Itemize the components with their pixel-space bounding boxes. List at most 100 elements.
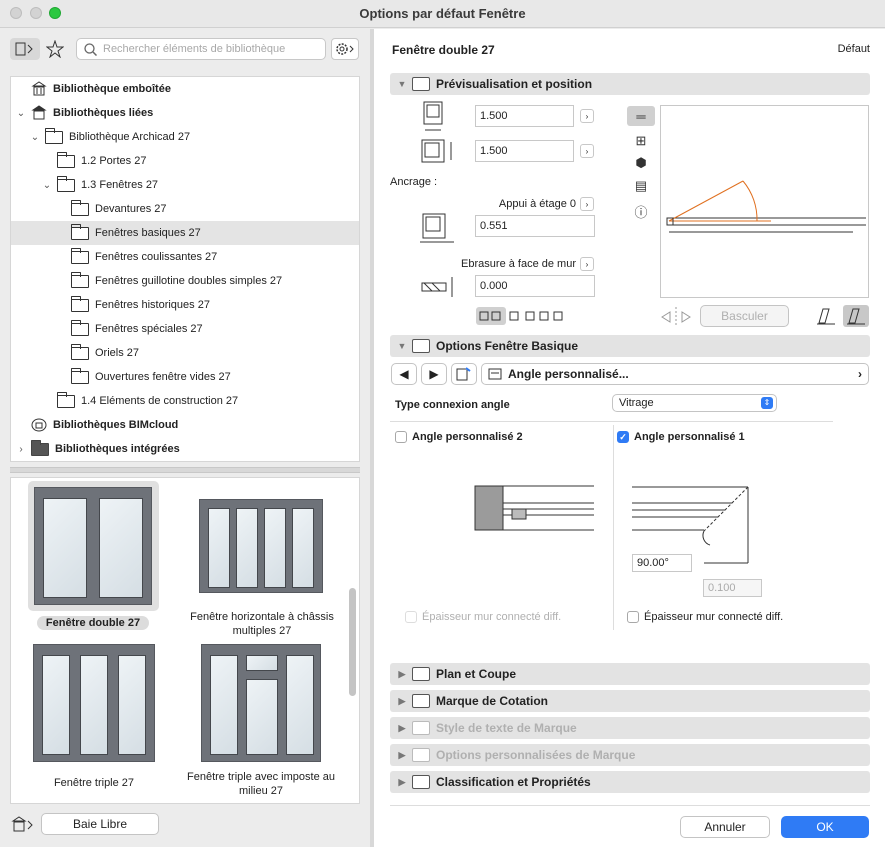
free-opening-button[interactable]: Baie Libre xyxy=(41,813,159,835)
offset-field[interactable]: 0.100 xyxy=(703,579,762,597)
split-divider[interactable] xyxy=(10,467,360,473)
page-select[interactable]: Angle personnalisé... › xyxy=(481,363,869,385)
preview-icon xyxy=(412,77,430,91)
library-browser-button[interactable] xyxy=(10,38,40,60)
plan-view-icon[interactable]: ═ xyxy=(627,106,655,126)
tree-item-builtin[interactable]: › Bibliothèques intégrées xyxy=(11,437,359,461)
previous-page-button[interactable]: ◀ xyxy=(391,363,417,385)
options-section-header[interactable]: ▼ Options Fenêtre Basique xyxy=(390,335,870,357)
tree-item-construction[interactable]: 1.4 Eléments de construction 27 xyxy=(11,389,359,413)
plan-section-header[interactable]: ▶ Plan et Coupe xyxy=(390,663,870,685)
tree-item-bimcloud[interactable]: Bibliothèques BIMcloud xyxy=(11,413,359,437)
window-plan-preview xyxy=(666,180,866,233)
tree-item-special[interactable]: Fenêtres spéciales 27 xyxy=(11,317,359,341)
object-gallery[interactable]: Fenêtre double 27 Fenêtre horizontale à … xyxy=(10,477,360,804)
checkbox[interactable] xyxy=(627,611,639,624)
dimension-marker-header[interactable]: ▶ Marque de Cotation xyxy=(390,690,870,712)
window-thumbnail xyxy=(33,644,155,762)
chevron-down-icon[interactable]: ⌄ xyxy=(41,180,53,191)
tree-item-linked[interactable]: ⌄ Bibliothèques liées xyxy=(11,101,359,125)
tree-item-empty-openings[interactable]: Ouvertures fenêtre vides 27 xyxy=(11,365,359,389)
folder-icon xyxy=(71,343,89,360)
tree-item-doors[interactable]: 1.2 Portes 27 xyxy=(11,149,359,173)
gallery-scrollbar[interactable] xyxy=(349,588,356,696)
folder-icon xyxy=(71,247,89,264)
chevron-down-icon[interactable]: ⌄ xyxy=(15,108,27,119)
favorites-button[interactable] xyxy=(44,38,66,60)
gallery-item-label: Fenêtre triple avec imposte au milieu 27 xyxy=(187,771,335,797)
tree-item-guillotine[interactable]: Fenêtres guillotine doubles simples 27 xyxy=(11,269,359,293)
3d-view-icon[interactable]: ⬢ xyxy=(627,153,655,173)
checkbox[interactable] xyxy=(395,431,407,444)
thickness-right-checkbox[interactable]: Épaisseur mur connecté diff. xyxy=(627,611,783,624)
reveal-arrow-button[interactable]: › xyxy=(580,257,594,271)
sill-label: Appui à étage 0 xyxy=(498,198,576,210)
gear-icon xyxy=(336,43,354,55)
width-arrow-button[interactable]: › xyxy=(580,109,594,123)
cancel-button[interactable]: Annuler xyxy=(680,816,770,838)
tree-item-oriels[interactable]: Oriels 27 xyxy=(11,341,359,365)
tree-item-archicad[interactable]: ⌄ Bibliothèque Archicad 27 xyxy=(11,125,359,149)
tree-item-basic-windows[interactable]: Fenêtres basiques 27 xyxy=(11,221,359,245)
tree-item-sliding[interactable]: Fenêtres coulissantes 27 xyxy=(11,245,359,269)
chevron-right-icon[interactable]: › xyxy=(15,444,27,455)
angle2-checkbox[interactable]: Angle personnalisé 2 xyxy=(395,431,523,444)
marker-custom-options-header[interactable]: ▶ Options personnalisées de Marque xyxy=(390,744,870,766)
custom-options-icon xyxy=(412,748,430,762)
library-manager-button[interactable] xyxy=(10,813,38,835)
width-field[interactable]: 1.500 xyxy=(475,105,574,127)
marker-text-style-header[interactable]: ▶ Style de texte de Marque xyxy=(390,717,870,739)
page-menu-button[interactable] xyxy=(451,363,477,385)
angle1-checkbox[interactable]: ✓ Angle personnalisé 1 xyxy=(617,431,745,444)
next-page-button[interactable]: ▶ xyxy=(421,363,447,385)
updown-icon: ⇕ xyxy=(761,397,773,409)
library-person-icon xyxy=(15,42,33,56)
chevron-down-icon[interactable]: ⌄ xyxy=(29,132,41,143)
sill-arrow-button[interactable]: › xyxy=(580,197,594,211)
ok-button[interactable]: OK xyxy=(781,816,869,838)
gallery-item-label: Fenêtre triple 27 xyxy=(53,777,135,789)
triangle-down-icon: ▼ xyxy=(397,341,407,351)
tree-item-windows[interactable]: ⌄ 1.3 Fenêtres 27 xyxy=(11,173,359,197)
preview-section-header[interactable]: ▼ Prévisualisation et position xyxy=(390,73,870,95)
triangle-right-icon: ▶ xyxy=(398,749,406,760)
options-icon xyxy=(412,339,430,353)
search-placeholder: Rechercher éléments de bibliothèque xyxy=(103,43,286,55)
dimension-icon xyxy=(412,694,430,708)
section-view-icon[interactable]: ▤ xyxy=(627,176,655,196)
height-field[interactable]: 1.500 xyxy=(475,140,574,162)
library-icon xyxy=(31,105,47,120)
folder-icon xyxy=(57,151,75,168)
preview-canvas[interactable] xyxy=(660,105,869,298)
triangle-right-icon: ▶ xyxy=(398,776,406,787)
sill-field[interactable]: 0.551 xyxy=(475,215,595,237)
tree-item-historic[interactable]: Fenêtres historiques 27 xyxy=(11,293,359,317)
folder-icon xyxy=(57,391,75,408)
sill-height-icon xyxy=(420,213,454,243)
folder-icon xyxy=(45,127,63,144)
thickness-left-checkbox[interactable]: Épaisseur mur connecté diff. xyxy=(405,611,561,624)
anchor-options-icons[interactable] xyxy=(478,309,566,323)
gallery-item-label: Fenêtre double 27 xyxy=(37,616,149,630)
corner-type-select[interactable]: Vitrage ⇕ xyxy=(612,394,777,412)
settings-menu-button[interactable] xyxy=(331,38,359,60)
angle-field[interactable]: 90.00° xyxy=(632,554,692,572)
tree-item-embedded[interactable]: Bibliothèque emboîtée xyxy=(11,77,359,101)
classification-header[interactable]: ▶ Classification et Propriétés xyxy=(390,771,870,793)
page-list-icon xyxy=(456,367,471,381)
opening-left-icon[interactable] xyxy=(815,305,837,327)
library-tree[interactable]: Bibliothèque emboîtée ⌄ Bibliothèques li… xyxy=(10,76,360,462)
height-arrow-button[interactable]: › xyxy=(580,144,594,158)
info-icon[interactable]: ⓘ xyxy=(627,201,655,221)
opening-right-icon[interactable] xyxy=(843,305,869,327)
reveal-field[interactable]: 0.000 xyxy=(475,275,595,297)
triangle-right-icon: ▶ xyxy=(398,722,406,733)
elevation-view-icon[interactable]: ⊞ xyxy=(627,131,655,151)
text-style-icon xyxy=(412,721,430,735)
flip-button[interactable]: Basculer xyxy=(700,305,789,327)
search-input[interactable]: Rechercher éléments de bibliothèque xyxy=(76,38,326,60)
tree-item-storefronts[interactable]: Devantures 27 xyxy=(11,197,359,221)
checkmark-icon[interactable]: ✓ xyxy=(617,431,629,444)
checkbox[interactable] xyxy=(405,611,417,624)
height-dimension-icon xyxy=(421,139,452,163)
